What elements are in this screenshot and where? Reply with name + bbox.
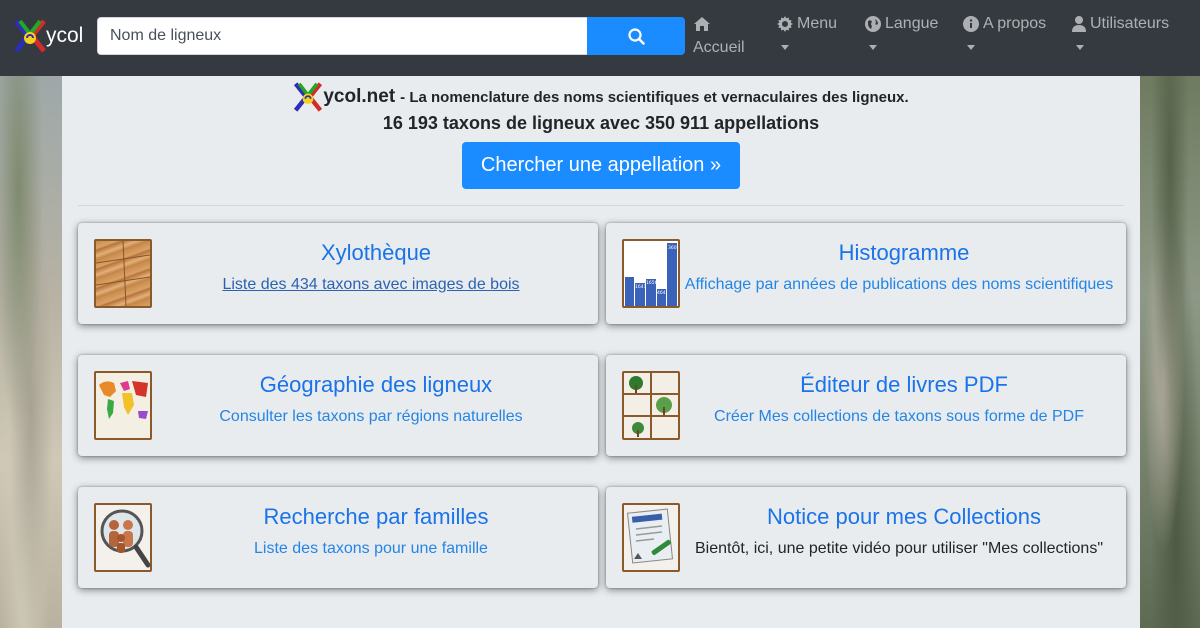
card-title[interactable]: Notice pour mes Collections [690,504,1118,530]
bookshelf-icon [624,373,678,438]
nav-home[interactable]: Accueil [693,12,745,60]
nav-menu-dropdown[interactable]: Menu [777,12,838,50]
search-button[interactable] [587,17,685,55]
card-title[interactable]: Éditeur de livres PDF [690,372,1118,398]
family-magnifier-image [94,503,152,572]
card-link[interactable]: Créer Mes collections de taxons sous for… [676,408,1122,426]
wood-texture-icon [96,241,150,306]
histogram-bar-label: 464 [657,290,666,296]
chevron-down-icon [967,45,975,50]
search-icon [627,27,645,45]
background-left [0,76,62,628]
world-map-image [94,371,152,440]
card-geographie: Géographie des ligneux Consulter les tax… [78,355,598,456]
stats-text: 16 193 taxons de ligneux avec 350 911 ap… [382,113,820,133]
nav-about-label: A propos [983,15,1047,32]
card-title[interactable]: Histogramme [690,240,1118,266]
user-icon [1072,16,1086,32]
card-familles: Recherche par familles Liste des taxons … [78,487,598,588]
site-description: - La nomenclature des noms scientifiques… [400,88,909,106]
divider [78,205,1124,206]
world-map-icon [99,381,148,419]
search-appellation-button[interactable]: Chercher une appellation » [462,142,740,189]
gear-icon [777,16,793,32]
nav-about-dropdown[interactable]: A propos [963,12,1047,50]
nav-menu-label: Menu [797,15,838,32]
card-notice: Notice pour mes Collections Bientôt, ici… [606,487,1126,588]
nav-language-dropdown[interactable]: Langue [865,12,939,50]
globe-icon [865,16,881,32]
card-link[interactable]: Affichage par années de publications des… [676,276,1122,294]
background-right [1140,76,1200,628]
nav-users-label: Utilisateurs [1090,15,1170,32]
card-link[interactable]: Liste des taxons pour une famille [148,540,594,558]
histogram-chart-icon: 3602 1656 1641 464 [625,243,678,306]
chevron-down-icon [781,45,789,50]
wood-planks-image [94,239,152,308]
chevron-down-icon [869,45,877,50]
card-title[interactable]: Recherche par familles [162,504,590,530]
card-link[interactable]: Liste des 434 taxons avec images de bois [148,276,594,294]
histogram-bar-label: 1641 [635,284,647,290]
site-tagline: ycol.net - La nomenclature des noms scie… [62,82,1140,112]
info-icon [963,16,979,32]
xycol-logo-icon [14,19,46,53]
card-title[interactable]: Xylothèque [162,240,590,266]
magnifier-family-icon [100,509,150,568]
histogram-image: 3602 1656 1641 464 [622,239,680,308]
instruction-manual-image [622,503,680,572]
manual-book-icon [626,508,674,564]
nav-users-dropdown[interactable]: Utilisateurs [1072,12,1170,50]
card-text: Bientôt, ici, une petite vidéo pour util… [694,540,1103,557]
main-content: ycol.net - La nomenclature des noms scie… [62,76,1140,628]
card-xylotheque: Xylothèque Liste des 434 taxons avec ima… [78,223,598,324]
nav-home-label: Accueil [693,39,745,56]
brand-logo-link[interactable]: ycol [14,18,83,54]
nav-language-label: Langue [885,15,939,32]
card-title[interactable]: Géographie des ligneux [162,372,590,398]
chevron-down-icon [1076,45,1084,50]
site-name: ycol.net [323,86,396,107]
histogram-bar-label: 3602 [668,245,678,251]
search-input[interactable] [97,17,587,55]
histogram-bar-label: 1656 [646,280,658,286]
navbar: ycol Accueil Menu [0,0,1200,76]
card-editeur-pdf: Éditeur de livres PDF Créer Mes collecti… [606,355,1126,456]
tree-bookshelf-image [622,371,680,440]
card-histogramme: 3602 1656 1641 464 Histogramme Affichage… [606,223,1126,324]
home-icon [694,17,710,31]
brand-text: ycol [46,24,84,47]
card-link[interactable]: Consulter les taxons par régions naturel… [148,408,594,426]
xycol-logo-icon [294,82,323,112]
